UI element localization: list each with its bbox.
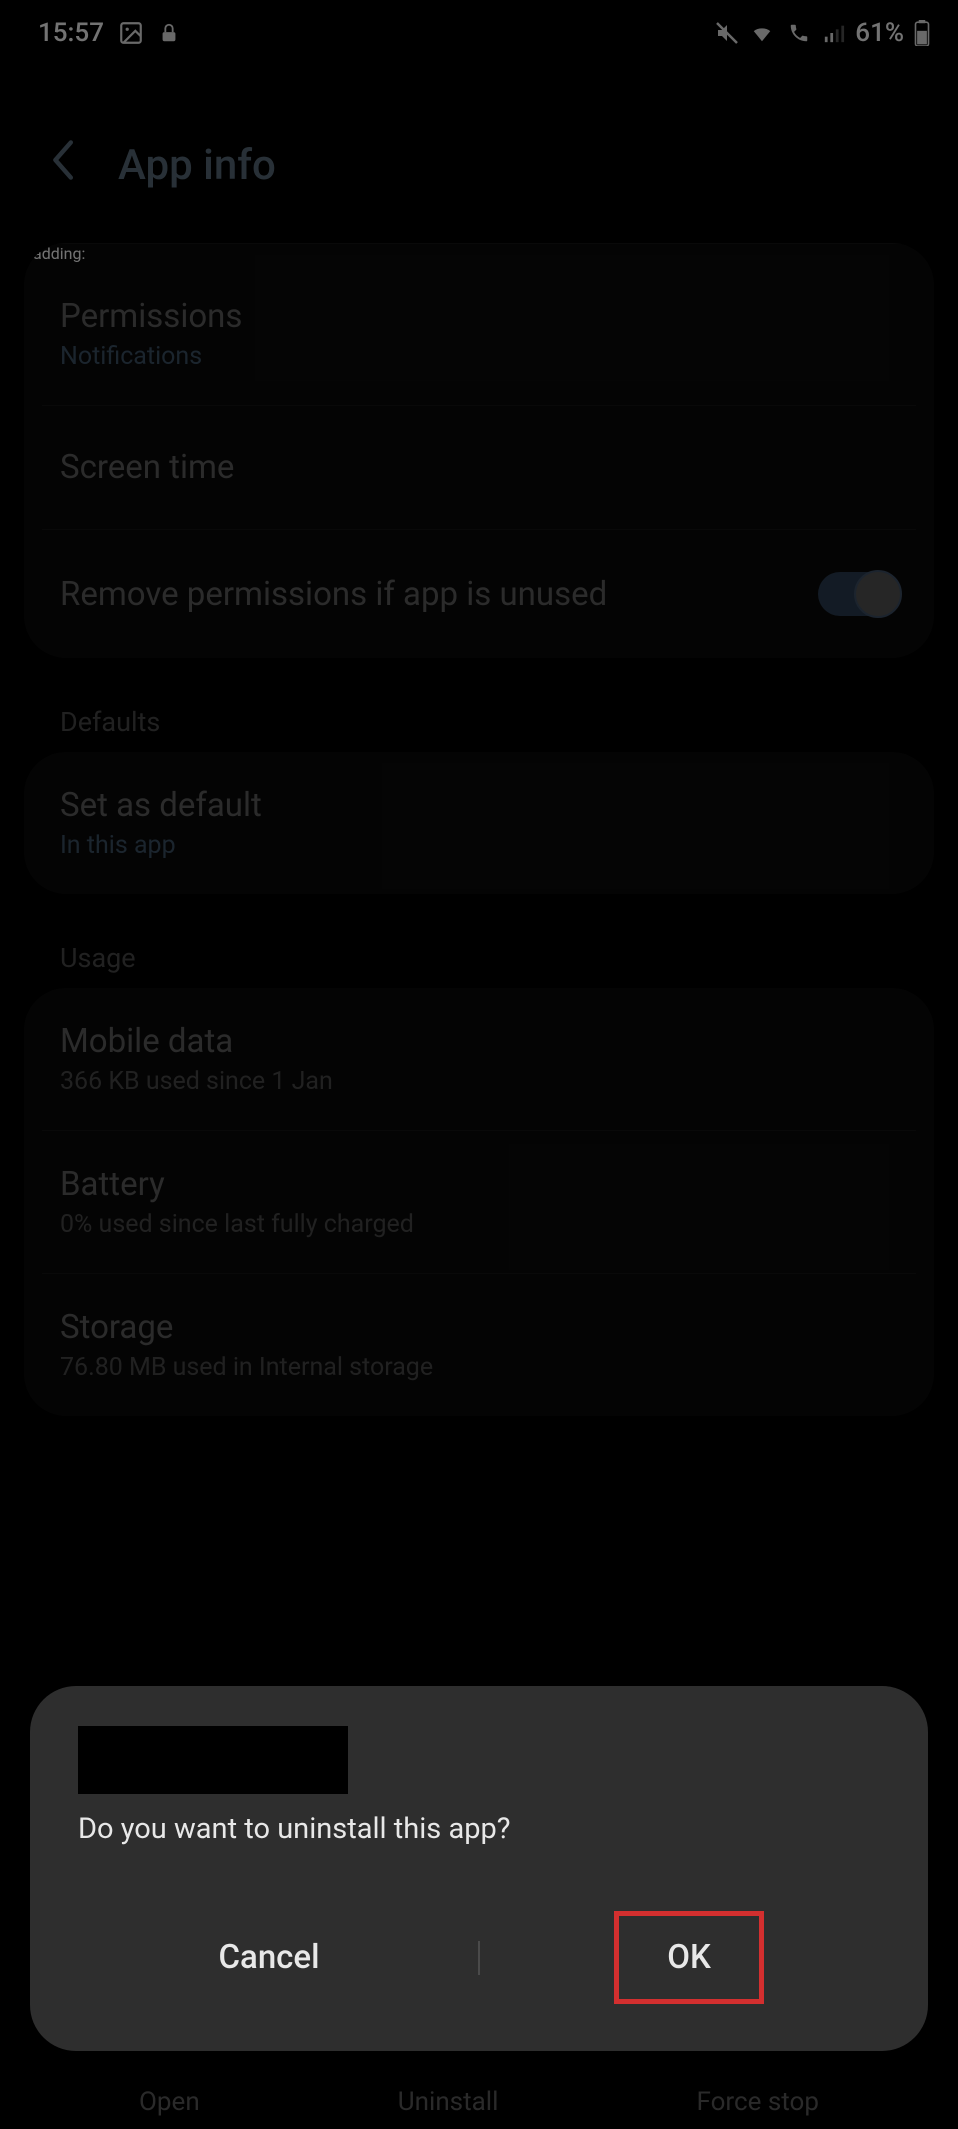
status-time: 15:57 [38, 18, 104, 48]
page-title: App info [118, 141, 276, 190]
lock-icon [158, 21, 180, 45]
screen-time-item[interactable]: Screen time [24, 406, 934, 529]
storage-subtitle: 76.80 MB used in Internal storage [60, 1353, 898, 1382]
battery-subtitle: 0% used since last fully charged [60, 1210, 898, 1239]
dialog-app-name-redacted [78, 1726, 348, 1794]
permissions-subtitle: Notifications [60, 342, 898, 371]
mobile-data-title: Mobile data [60, 1022, 898, 1061]
storage-title: Storage [60, 1308, 898, 1347]
permissions-item[interactable]: Permissions Notifications [24, 263, 934, 405]
force-stop-button[interactable]: Force stop [697, 2087, 819, 2117]
signal-icon [823, 22, 845, 44]
battery-title: Battery [60, 1165, 898, 1204]
set-default-subtitle: In this app [60, 831, 898, 860]
defaults-section-label: Defaults [0, 684, 958, 752]
settings-card: padding: Permissions Notifications Scree… [24, 243, 934, 658]
permissions-title: Permissions [60, 297, 898, 336]
defaults-card: Set as default In this app [24, 752, 934, 894]
cancel-button[interactable]: Cancel [60, 1916, 478, 1999]
open-button[interactable]: Open [139, 2087, 200, 2117]
wifi-calling-icon [785, 22, 813, 44]
storage-item[interactable]: Storage 76.80 MB used in Internal storag… [24, 1274, 934, 1416]
usage-section-label: Usage [0, 920, 958, 988]
remove-permissions-toggle[interactable] [818, 572, 898, 616]
remove-permissions-title: Remove permissions if app is unused [60, 575, 818, 614]
mobile-data-subtitle: 366 KB used since 1 Jan [60, 1067, 898, 1096]
battery-percent: 61% [855, 18, 904, 48]
bottom-action-bar: Open Uninstall Force stop [0, 2057, 958, 2129]
usage-card: Mobile data 366 KB used since 1 Jan Batt… [24, 988, 934, 1416]
ok-button-container: OK [480, 1894, 898, 2021]
screen-time-title: Screen time [60, 448, 898, 487]
set-default-item[interactable]: Set as default In this app [24, 752, 934, 894]
wifi-icon [749, 22, 775, 44]
mute-icon [715, 21, 739, 45]
set-default-title: Set as default [60, 786, 898, 825]
header: App info [0, 58, 958, 243]
dialog-message: Do you want to uninstall this app? [30, 1812, 928, 1894]
mobile-data-item[interactable]: Mobile data 366 KB used since 1 Jan [24, 988, 934, 1130]
ok-button[interactable]: OK [614, 1911, 764, 2004]
image-icon [118, 20, 144, 46]
battery-item[interactable]: Battery 0% used since last fully charged [24, 1131, 934, 1273]
battery-icon [914, 20, 930, 46]
uninstall-dialog: Do you want to uninstall this app? Cance… [30, 1686, 928, 2051]
uninstall-button[interactable]: Uninstall [398, 2087, 499, 2117]
remove-permissions-item[interactable]: Remove permissions if app is unused [24, 530, 934, 658]
back-icon[interactable] [48, 138, 76, 193]
status-bar: 15:57 61% [0, 0, 958, 58]
